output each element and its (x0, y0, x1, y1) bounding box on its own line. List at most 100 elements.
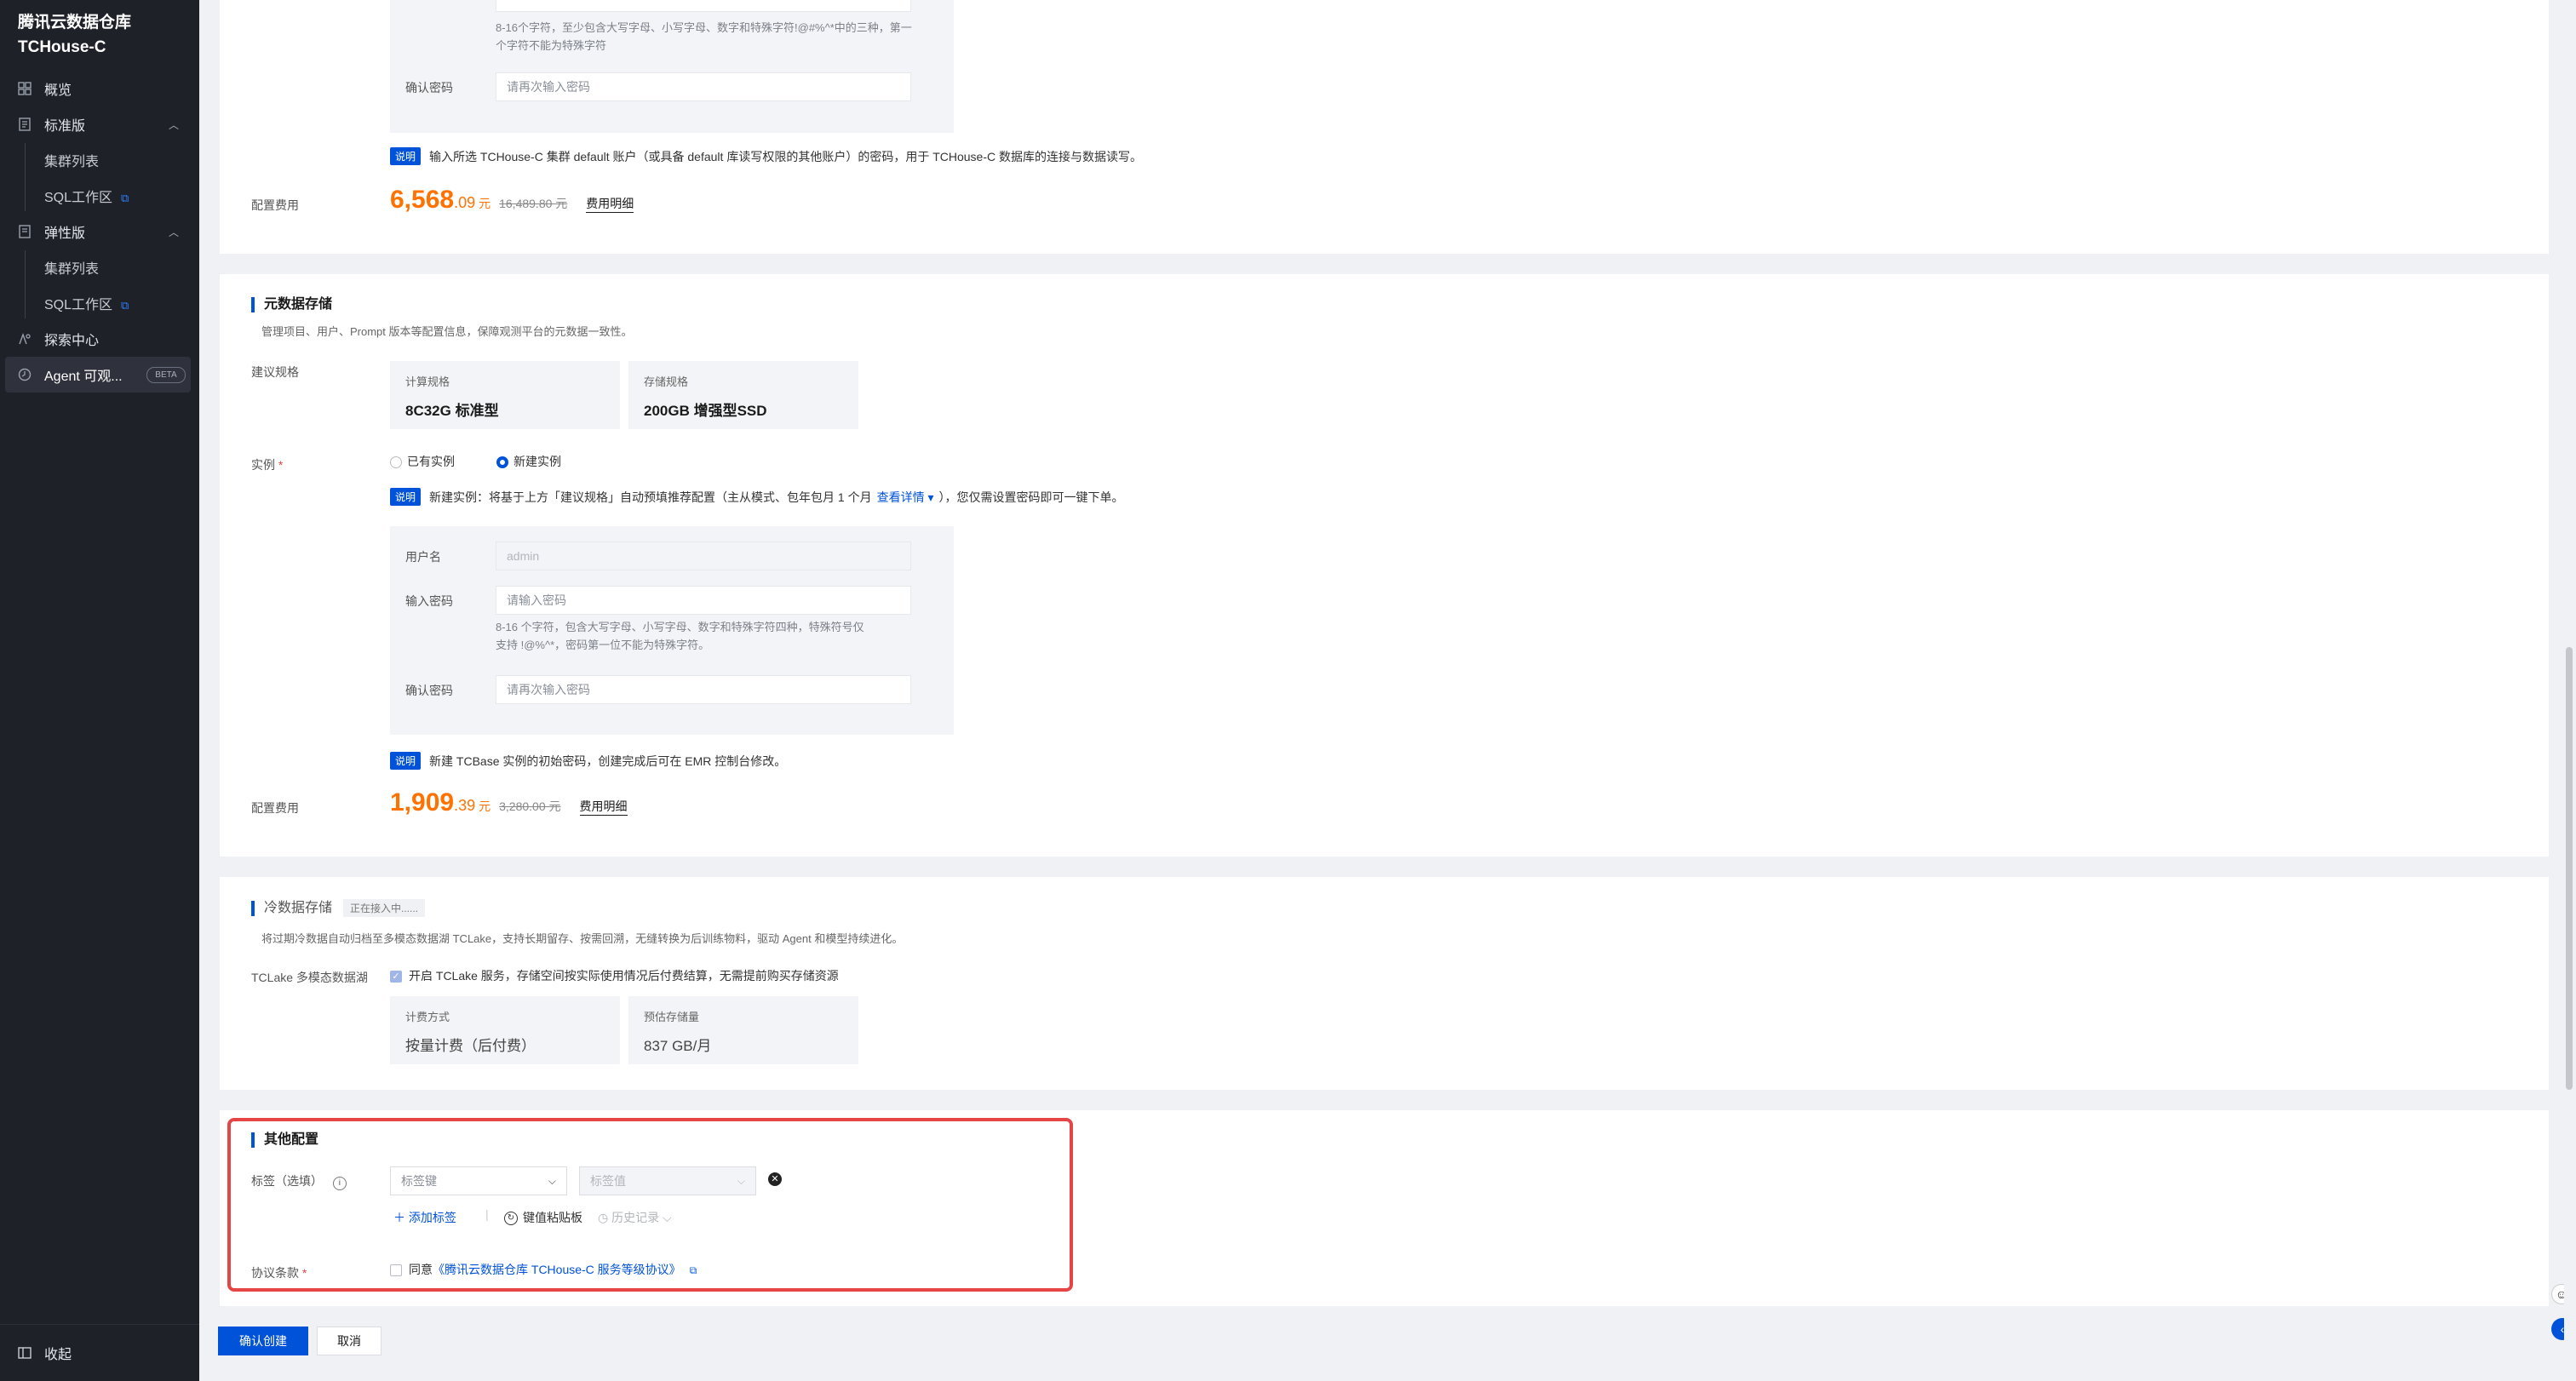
fee-label: 配置费用 (251, 198, 299, 212)
radio-button[interactable] (390, 456, 402, 469)
radio-button-selected[interactable] (496, 456, 508, 469)
sidebar-item-agent[interactable]: Agent 可观... BETA (5, 357, 191, 393)
sidebar-item-label: SQL工作区 (44, 191, 113, 205)
price-unit: 元 (479, 197, 491, 210)
password-label: 输入密码 (405, 594, 453, 608)
estimate-key: 预估存储量 (644, 1011, 700, 1023)
explore-icon (17, 331, 32, 347)
price-original: 16,489.80 元 (499, 197, 568, 210)
placeholder: 请再次输入密码 (507, 683, 590, 696)
new-instance-form-box: 用户名 admin 输入密码 请输入密码 8-16 个字符，包含大写字母、小写字… (390, 526, 954, 735)
section-title: 元数据存储 (251, 297, 332, 312)
collapse-label: 收起 (44, 1348, 72, 1362)
document-icon (17, 117, 32, 132)
fee-detail-link[interactable]: 费用明细 (586, 195, 634, 213)
note-default-account: 说明 输入所选 TCHouse-C 集群 default 账户（或具备 defa… (390, 147, 1142, 165)
billing-key: 计费方式 (405, 1011, 450, 1023)
price-decimal: .39 (454, 797, 476, 814)
instance-option-new[interactable]: 新建实例 (496, 453, 561, 470)
storage-value: 200GB 增强型SSD (644, 403, 767, 419)
confirm-password-label: 确认密码 (405, 81, 453, 95)
sidebar-item-standard-sql[interactable]: SQL工作区 ⧉ (0, 178, 199, 214)
compute-value: 8C32G 标准型 (405, 403, 499, 419)
estimate-box: 预估存储量 837 GB/月 (628, 996, 858, 1064)
storage-key: 存储规格 (644, 375, 689, 388)
note-text: 输入所选 TCHouse-C 集群 default 账户（或具备 default… (429, 149, 1143, 163)
section-desc: 将过期冷数据自动归档至多模态数据湖 TCLake，支持长期留存、按需回溯，无缝转… (261, 932, 904, 945)
note-text: 新建实例：将基于上方「建议规格」自动预填推荐配置（主从模式、包年包月 1 个月 (429, 490, 872, 504)
cancel-button[interactable]: 取消 (317, 1327, 382, 1355)
sidebar-item-elastic-sql[interactable]: SQL工作区 ⧉ (0, 285, 199, 321)
password-hint: 8-16 个字符，包含大写字母、小写字母、数字和特殊字符四种，特殊符号仅 支持 … (496, 621, 864, 651)
spec-label: 建议规格 (251, 365, 299, 379)
instance-option-existing[interactable]: 已有实例 (390, 453, 455, 470)
sidebar-footer: 收起 (0, 1324, 199, 1381)
confirm-password-input[interactable]: 请再次输入密码 (496, 675, 911, 704)
price-original: 3,280.00 元 (499, 799, 561, 813)
sidebar-item-standard-clusters[interactable]: 集群列表 (0, 142, 199, 178)
password-input[interactable] (496, 0, 911, 12)
config-price: 1,909 .39 元 3,280.00 元 费用明细 (390, 788, 628, 817)
scrollbar-thumb[interactable] (2566, 647, 2573, 1090)
confirm-create-button[interactable]: 确认创建 (218, 1327, 308, 1355)
option-label: 已有实例 (407, 455, 455, 468)
brand-line1: 腾讯云数据仓库 (18, 14, 132, 32)
note-tag: 说明 (390, 752, 422, 770)
external-link-icon: ⧉ (121, 299, 129, 312)
card-cold-storage: 冷数据存储 正在接入中...... 将过期冷数据自动归档至多模态数据湖 TCLa… (220, 877, 2549, 1090)
note-text: 新建 TCBase 实例的初始密码，创建完成后可在 EMR 控制台修改。 (429, 754, 787, 768)
agent-icon (17, 367, 32, 382)
collapse-icon (17, 1345, 32, 1361)
sidebar-item-overview[interactable]: 概览 (0, 71, 199, 106)
option-label: 新建实例 (513, 455, 561, 468)
password-form-box: 8-16个字符，至少包含大写字母、小写字母、数字和特殊字符!@#%^*中的三种，… (390, 0, 954, 133)
password-input[interactable]: 请输入密码 (496, 586, 911, 615)
sidebar-item-label: Agent 可观... (44, 370, 123, 384)
note-tag: 说明 (390, 488, 422, 506)
brand-line2: TCHouse-C (18, 38, 106, 56)
username-input: admin (496, 542, 911, 570)
checkbox-checked[interactable]: ✓ (390, 971, 402, 983)
tclake-checkbox[interactable]: ✓ 开启 TCLake 服务，存储空间按实际使用情况后付费结算，无需提前购买存储资… (390, 967, 839, 984)
sidebar-item-standard[interactable]: 标准版 ︿ (0, 106, 199, 142)
compute-spec-box: 计算规格 8C32G 标准型 (390, 361, 620, 429)
collapse-button[interactable]: 收起 (0, 1335, 199, 1371)
billing-box: 计费方式 按量计费（后付费） (390, 996, 620, 1064)
price-main: 1,909 (390, 788, 455, 817)
checkbox-text: 开启 TCLake 服务，存储空间按实际使用情况后付费结算，无需提前购买存储资源 (409, 969, 839, 983)
view-details-link[interactable]: 查看详情 ▾ (877, 489, 934, 506)
estimate-value: 837 GB/月 (644, 1038, 712, 1054)
scrollbar[interactable] (2564, 0, 2576, 1381)
required-mark: * (278, 458, 284, 472)
card-metadata-storage: 元数据存储 管理项目、用户、Prompt 版本等配置信息，保障观测平台的元数据一… (220, 274, 2549, 857)
price-main: 6,568 (390, 186, 455, 214)
section-desc: 管理项目、用户、Prompt 版本等配置信息，保障观测平台的元数据一致性。 (261, 325, 633, 338)
sidebar-item-label: 概览 (44, 83, 72, 98)
instance-label: 实例 * (251, 458, 284, 472)
sidebar-item-label: 集群列表 (44, 155, 100, 169)
sidebar-item-label: 弹性版 (44, 226, 86, 241)
fee-label: 配置费用 (251, 801, 299, 815)
sidebar-item-explore[interactable]: 探索中心 (0, 321, 199, 357)
username-label: 用户名 (405, 550, 441, 564)
placeholder: 请再次输入密码 (507, 80, 590, 94)
highlight-box (227, 1118, 1073, 1292)
fee-detail-link[interactable]: 费用明细 (579, 798, 628, 816)
sidebar-item-label: SQL工作区 (44, 298, 113, 312)
sidebar-item-label: 标准版 (44, 119, 86, 134)
confirm-password-input[interactable]: 请再次输入密码 (496, 72, 911, 101)
username-value: admin (507, 549, 540, 563)
sidebar-item-label: 探索中心 (44, 334, 100, 348)
config-price: 6,568 .09 元 16,489.80 元 费用明细 (390, 186, 634, 215)
external-link-icon: ⧉ (121, 192, 129, 204)
product-brand: 腾讯云数据仓库 TCHouse-C (18, 10, 131, 60)
sidebar-item-elastic[interactable]: 弹性版 ︿ (0, 214, 199, 249)
sidebar-item-label: 集群列表 (44, 262, 100, 277)
note-text: ），您仅需设置密码即可一键下单。 (938, 490, 1124, 504)
confirm-password-label: 确认密码 (405, 684, 453, 697)
sidebar-item-elastic-clusters[interactable]: 集群列表 (0, 249, 199, 285)
tclake-label: TCLake 多模态数据湖 (251, 971, 368, 984)
note-tcbase-password: 说明 新建 TCBase 实例的初始密码，创建完成后可在 EMR 控制台修改。 (390, 752, 786, 770)
beta-badge: BETA (146, 366, 186, 383)
compute-key: 计算规格 (405, 375, 450, 388)
